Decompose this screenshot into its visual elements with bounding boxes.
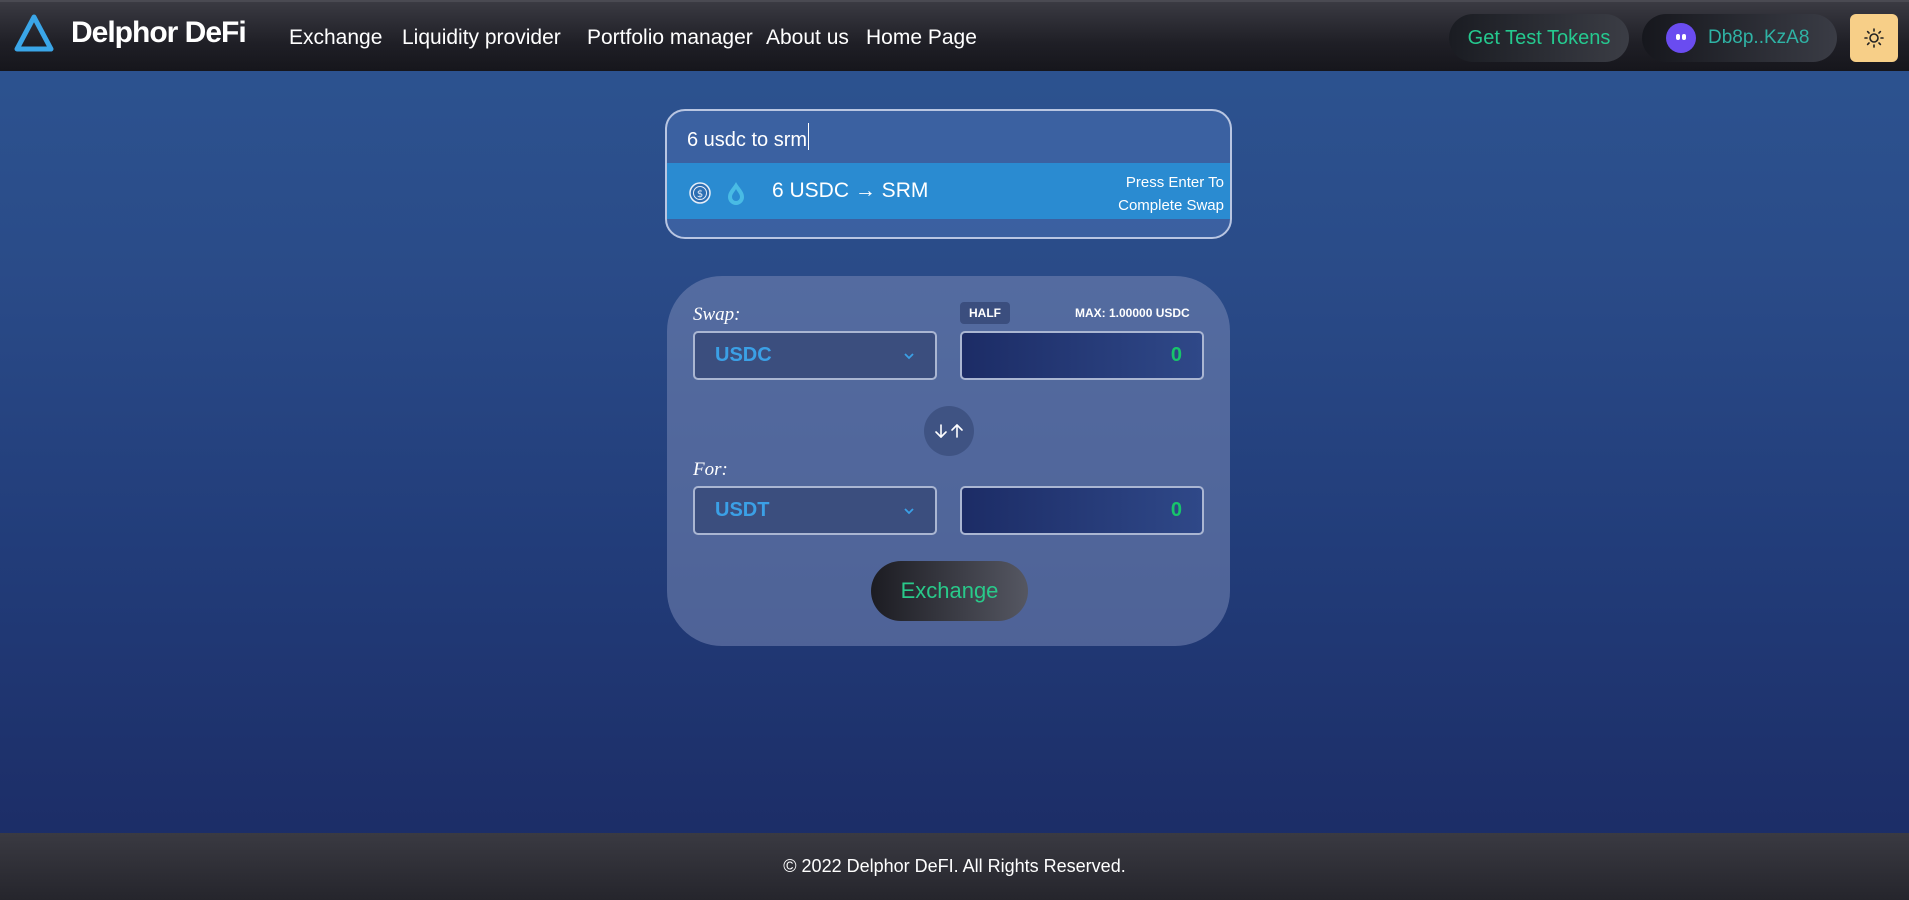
from-token-select[interactable]: USDC xyxy=(693,331,937,380)
exchange-button[interactable]: Exchange xyxy=(871,561,1028,621)
theme-toggle-button[interactable] xyxy=(1850,14,1898,62)
command-search-box: $ 6 USDC → SRM Press Enter To Complete S… xyxy=(665,109,1232,239)
chevron-down-icon xyxy=(904,508,914,515)
to-token-select[interactable]: USDT xyxy=(693,486,937,535)
nav-home-page[interactable]: Home Page xyxy=(866,26,977,50)
swap-card: Swap: HALF MAX: 1.00000 USDC USDC 0 For:… xyxy=(667,276,1230,646)
usdc-icon: $ xyxy=(689,182,711,204)
copyright-text: © 2022 Delphor DeFI. All Rights Reserved… xyxy=(783,856,1126,876)
wallet-address: Db8p..KzA8 xyxy=(1708,27,1810,48)
swap-arrows-icon xyxy=(935,424,963,438)
suggestion-hint: Press Enter To Complete Swap xyxy=(1118,171,1224,217)
max-balance[interactable]: MAX: 1.00000 USDC xyxy=(1075,306,1190,320)
to-token-value: USDT xyxy=(715,499,770,521)
nav-liquidity-provider[interactable]: Liquidity provider xyxy=(402,26,561,50)
nav-exchange[interactable]: Exchange xyxy=(289,26,382,50)
chevron-down-icon xyxy=(904,353,914,360)
top-navbar: Delphor DeFi Exchange Liquidity provider… xyxy=(0,0,1909,71)
from-token-value: USDC xyxy=(715,344,772,366)
switch-direction-button[interactable] xyxy=(924,406,974,456)
nav-portfolio-manager[interactable]: Portfolio manager xyxy=(587,26,753,50)
for-label: For: xyxy=(693,459,728,480)
get-test-tokens-button[interactable]: Get Test Tokens xyxy=(1449,14,1629,62)
nav-about-us[interactable]: About us xyxy=(766,26,849,50)
from-amount-input[interactable]: 0 xyxy=(960,331,1204,380)
svg-text:$: $ xyxy=(697,189,703,200)
wallet-button[interactable]: Db8p..KzA8 xyxy=(1642,14,1837,62)
hint-line-1: Press Enter To xyxy=(1125,174,1224,191)
swap-label: Swap: xyxy=(693,304,741,325)
to-amount-input[interactable]: 0 xyxy=(960,486,1204,535)
half-button[interactable]: HALF xyxy=(960,302,1010,324)
phantom-wallet-icon xyxy=(1666,23,1696,53)
delphor-logo-icon[interactable] xyxy=(14,14,54,52)
swap-suggestion-item[interactable]: $ 6 USDC → SRM Press Enter To Complete S… xyxy=(667,163,1230,219)
brand-name[interactable]: Delphor DeFi xyxy=(71,16,247,50)
command-search-input[interactable] xyxy=(687,125,1167,155)
sun-icon xyxy=(1864,28,1884,48)
hint-line-2: Complete Swap xyxy=(1118,197,1224,214)
text-caret xyxy=(808,123,809,150)
srm-icon xyxy=(728,182,744,205)
footer: © 2022 Delphor DeFI. All Rights Reserved… xyxy=(0,833,1909,900)
suggestion-text: 6 USDC → SRM xyxy=(772,179,929,202)
